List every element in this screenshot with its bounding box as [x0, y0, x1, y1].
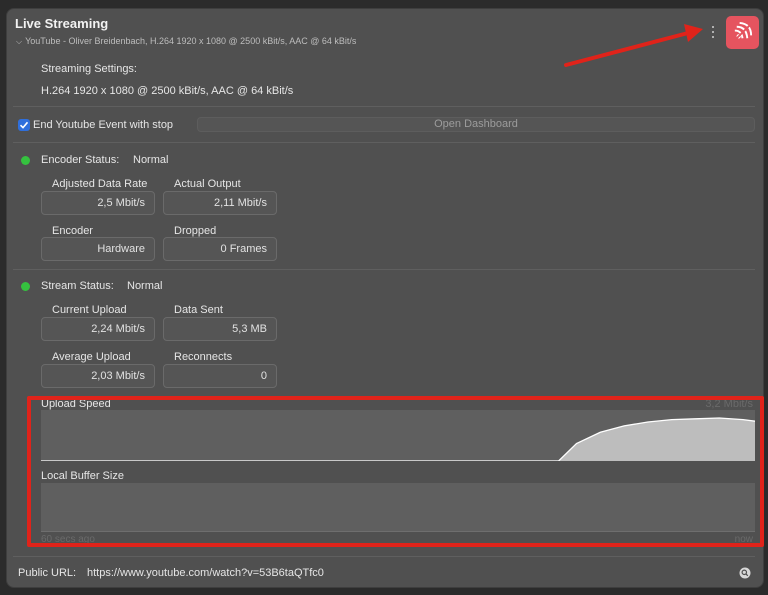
upload-speed-max: 3,2 Mbit/s: [705, 398, 753, 410]
divider: [13, 106, 755, 107]
buffer-size-graph: [41, 483, 755, 532]
dropped-label: Dropped: [174, 225, 217, 237]
end-event-checkbox[interactable]: [18, 119, 30, 131]
more-vertical-icon[interactable]: [708, 23, 718, 45]
reconnects-field: 0: [163, 364, 277, 388]
current-upload-label: Current Upload: [52, 304, 127, 316]
end-event-label[interactable]: End Youtube Event with stop: [33, 119, 173, 131]
link-icon[interactable]: [739, 567, 751, 579]
stream-status-value: Normal: [127, 280, 163, 292]
upload-speed-plot: [41, 417, 756, 462]
open-dashboard-button[interactable]: Open Dashboard: [197, 117, 755, 132]
buffer-size-title: Local Buffer Size: [41, 470, 124, 482]
average-upload-label: Average Upload: [52, 351, 131, 363]
x-axis-start: 60 secs ago: [41, 534, 95, 545]
encoder-field: Hardware: [41, 237, 155, 261]
actual-output-label: Actual Output: [174, 178, 241, 190]
divider: [13, 556, 755, 557]
upload-speed-area: [41, 418, 755, 461]
divider: [13, 142, 755, 143]
encoder-status-value: Normal: [133, 154, 169, 166]
stream-status-indicator: [21, 282, 30, 291]
actual-output-field: 2,11 Mbit/s: [163, 191, 277, 215]
adjusted-rate-label: Adjusted Data Rate: [52, 178, 148, 190]
x-axis-end: now: [734, 534, 753, 545]
data-sent-label: Data Sent: [174, 304, 223, 316]
upload-speed-graph: [41, 410, 756, 462]
public-url-label: Public URL:: [18, 567, 77, 579]
data-sent-field: 5,3 MB: [163, 317, 277, 341]
divider: [13, 269, 755, 270]
encoder-label: Encoder: [52, 225, 93, 237]
dropped-field: 0 Frames: [163, 237, 277, 261]
streaming-settings-value: H.264 1920 x 1080 @ 2500 kBit/s, AAC @ 6…: [41, 85, 294, 97]
live-streaming-panel: Live Streaming ⌵ YouTube - Oliver Breiden…: [6, 8, 764, 588]
encoder-status-label: Encoder Status:: [41, 154, 120, 166]
reconnects-label: Reconnects: [174, 351, 233, 363]
checkmark-icon: [19, 121, 29, 129]
stream-summary[interactable]: ⌵ YouTube - Oliver Breidenbach, H.264 192…: [16, 36, 356, 47]
streaming-settings-label: Streaming Settings:: [41, 63, 137, 75]
broadcast-icon: [733, 21, 753, 42]
upload-speed-title: Upload Speed: [41, 398, 111, 410]
stream-summary-text: YouTube - Oliver Breidenbach, H.264 1920…: [25, 36, 357, 46]
panel-title: Live Streaming: [15, 16, 109, 31]
stream-status-label: Stream Status:: [41, 280, 114, 292]
adjusted-rate-field: 2,5 Mbit/s: [41, 191, 155, 215]
public-url-value[interactable]: https://www.youtube.com/watch?v=53B6taQT…: [87, 567, 324, 579]
encoder-status-indicator: [21, 156, 30, 165]
broadcast-button[interactable]: [726, 16, 759, 49]
chevron-down-icon[interactable]: ⌵: [16, 37, 22, 46]
current-upload-field: 2,24 Mbit/s: [41, 317, 155, 341]
average-upload-field: 2,03 Mbit/s: [41, 364, 155, 388]
